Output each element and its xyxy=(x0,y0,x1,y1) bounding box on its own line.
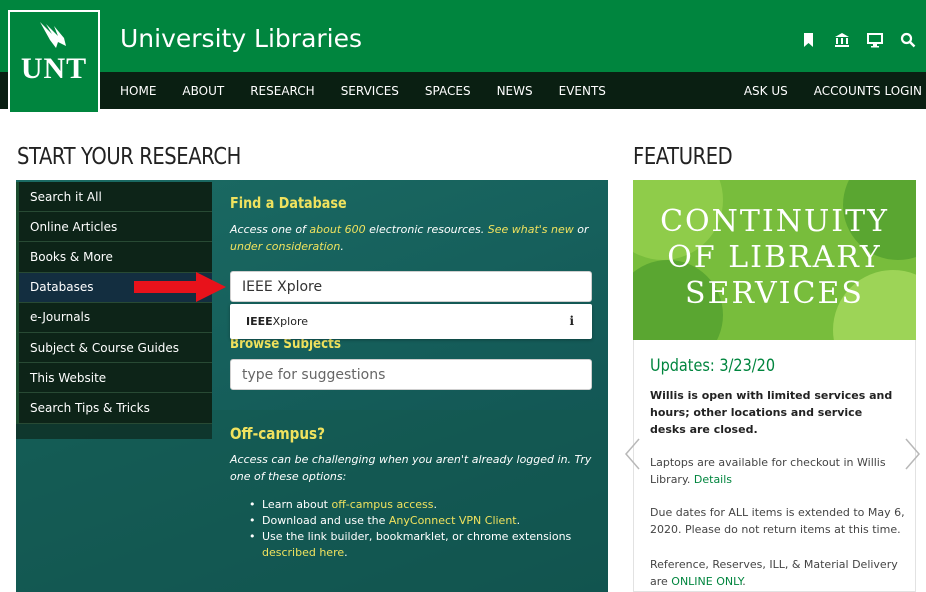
suggestion-rest: Xplore xyxy=(272,315,308,328)
computer-icon[interactable] xyxy=(867,32,883,48)
update-paragraph-reference: Reference, Reserves, ILL, & Material Del… xyxy=(650,556,905,590)
sidebar-footer xyxy=(16,423,212,439)
info-icon[interactable]: i xyxy=(569,314,574,328)
desc-text: or xyxy=(573,223,589,236)
sidebar-item-this-website[interactable]: This Website xyxy=(16,363,212,394)
logo-text: UNT xyxy=(20,52,88,85)
described-here-link[interactable]: described here xyxy=(262,546,344,559)
nav-ask-us[interactable]: ASK US xyxy=(744,84,788,98)
sidebar-item-e-journals[interactable]: e-Journals xyxy=(16,302,212,333)
off-campus-title: Off-campus? xyxy=(230,424,326,443)
banner-line-2: OF LIBRARY xyxy=(667,240,882,275)
nav-about[interactable]: ABOUT xyxy=(182,84,224,98)
about-600-link[interactable]: about 600 xyxy=(309,223,365,236)
nav-research[interactable]: RESEARCH xyxy=(250,84,314,98)
off-campus-access-link[interactable]: off-campus access xyxy=(331,498,433,511)
whats-new-link[interactable]: See what's new xyxy=(488,223,574,236)
nav-home[interactable]: HOME xyxy=(120,84,156,98)
paragraph-text: . xyxy=(742,575,746,588)
desc-text: electronic resources. xyxy=(365,223,488,236)
utility-nav: ASK US ACCOUNTS LOGIN xyxy=(718,72,922,109)
sidebar-item-search-tips[interactable]: Search Tips & Tricks xyxy=(16,393,212,424)
off-campus-description: Access can be challenging when you aren'… xyxy=(230,453,592,483)
nav-spaces[interactable]: SPACES xyxy=(425,84,471,98)
item-text: . xyxy=(516,514,521,527)
featured-heading: FEATURED xyxy=(633,144,733,170)
list-item: Use the link builder, bookmarklet, or ch… xyxy=(247,529,587,561)
item-text: . xyxy=(433,498,438,511)
update-headline: Willis is open with limited services and… xyxy=(650,389,893,436)
red-arrow-icon xyxy=(134,272,226,302)
featured-banner[interactable]: CONTINUITY OF LIBRARY SERVICES xyxy=(633,180,916,340)
eagle-icon xyxy=(40,22,66,48)
carousel-next-icon[interactable] xyxy=(904,437,922,471)
sidebar-item-books-more[interactable]: Books & More xyxy=(16,242,212,273)
item-text: Download and use the xyxy=(262,514,389,527)
research-sidebar: Search it All Online Articles Books & Mo… xyxy=(16,182,212,439)
desc-text: . xyxy=(340,240,344,253)
under-consideration-link[interactable]: under consideration xyxy=(230,240,340,253)
update-title: Updates: 3/23/20 xyxy=(650,356,776,376)
find-database-description: Access one of about 600 electronic resou… xyxy=(230,221,590,255)
research-heading: START YOUR RESEARCH xyxy=(17,144,241,170)
header-icons xyxy=(801,32,916,48)
item-text: Use the link builder, bookmarklet, or ch… xyxy=(262,530,572,543)
unt-logo[interactable]: UNT xyxy=(8,10,100,114)
nav-accounts-login[interactable]: ACCOUNTS LOGIN xyxy=(814,84,922,98)
subject-search-input[interactable]: type for suggestions xyxy=(230,359,592,390)
carousel-prev-icon[interactable] xyxy=(623,437,641,471)
desc-text: Access one of xyxy=(230,223,310,236)
sidebar-item-search-it-all[interactable]: Search it All xyxy=(16,182,212,213)
sidebar-item-subject-guides[interactable]: Subject & Course Guides xyxy=(16,332,212,364)
item-text: . xyxy=(344,546,348,559)
details-link[interactable]: Details xyxy=(694,473,732,486)
search-icon[interactable] xyxy=(900,32,916,48)
paragraph-text: Laptops are available for checkout in Wi… xyxy=(650,456,886,486)
site-title[interactable]: University Libraries xyxy=(120,24,362,53)
autocomplete-suggestion[interactable]: IEEE Xplore i xyxy=(230,304,592,339)
library-icon[interactable] xyxy=(834,32,850,48)
bookmark-icon[interactable] xyxy=(801,32,817,48)
banner-line-3: SERVICES xyxy=(685,276,864,311)
nav-news[interactable]: NEWS xyxy=(497,84,533,98)
find-database-title: Find a Database xyxy=(230,194,347,212)
database-search-input[interactable]: IEEE Xplore xyxy=(230,271,592,302)
online-only-link[interactable]: ONLINE ONLY xyxy=(671,575,742,588)
nav-events[interactable]: EVENTS xyxy=(559,84,606,98)
sidebar-item-online-articles[interactable]: Online Articles xyxy=(16,212,212,243)
list-item: Learn about off-campus access. xyxy=(247,497,587,513)
nav-services[interactable]: SERVICES xyxy=(341,84,399,98)
update-paragraph-due-dates: Due dates for ALL items is extended to M… xyxy=(650,506,905,536)
update-paragraph-laptops: Laptops are available for checkout in Wi… xyxy=(650,454,905,488)
main-nav: HOME ABOUT RESEARCH SERVICES SPACES NEWS… xyxy=(120,72,632,109)
off-campus-options: Learn about off-campus access. Download … xyxy=(247,497,587,561)
list-item: Download and use the AnyConnect VPN Clie… xyxy=(247,513,587,529)
vpn-client-link[interactable]: AnyConnect VPN Client xyxy=(389,514,517,527)
item-text: Learn about xyxy=(262,498,332,511)
banner-line-1: CONTINUITY xyxy=(660,204,889,239)
suggestion-match: IEEE xyxy=(246,315,273,328)
